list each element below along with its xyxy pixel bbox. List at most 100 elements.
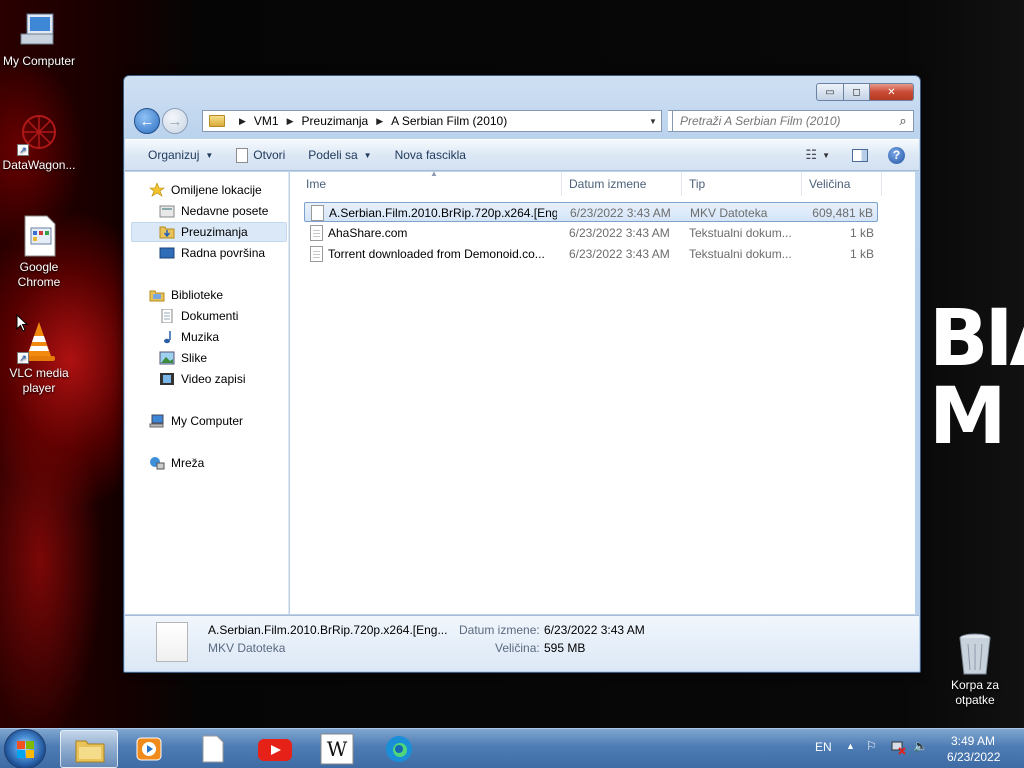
file-preview-icon xyxy=(156,622,188,662)
nav-item-network[interactable]: Mreža xyxy=(149,453,305,473)
preview-pane-icon[interactable] xyxy=(852,148,868,162)
file-row[interactable]: A.Serbian.Film.2010.BrRip.720p.x264.[Eng… xyxy=(304,202,878,222)
search-icon[interactable]: ⌕ xyxy=(893,113,913,129)
file-size: 1 kB xyxy=(849,247,874,261)
close-button[interactable]: ✕ xyxy=(870,83,914,101)
breadcrumb-current-folder[interactable]: A Serbian Film (2010) xyxy=(391,114,507,128)
file-date: 6/23/2022 3:43 AM xyxy=(569,226,670,240)
forward-button[interactable]: → xyxy=(162,108,188,134)
start-button[interactable] xyxy=(4,729,46,768)
column-header-type[interactable]: Tip xyxy=(682,172,802,196)
open-button[interactable]: Otvori xyxy=(236,147,286,163)
back-button[interactable]: ← xyxy=(134,108,160,134)
share-with-button[interactable]: Podeli sa ▼ xyxy=(308,148,371,162)
arrow-left-icon: ← xyxy=(139,112,155,130)
chrome-document-icon xyxy=(17,214,61,258)
network-tray-icon[interactable] xyxy=(890,739,906,758)
details-size-value: 595 MB xyxy=(544,641,586,655)
desktop-icon-datawagon[interactable]: ↗ DataWagon... xyxy=(0,112,78,173)
column-header-name[interactable]: Ime ▲ xyxy=(290,169,562,196)
mouse-cursor-icon xyxy=(16,314,28,332)
text-file-icon xyxy=(310,225,323,241)
minimize-button[interactable]: ▭ xyxy=(816,83,844,101)
desktop-icon xyxy=(159,246,175,260)
language-indicator[interactable]: EN xyxy=(815,740,832,754)
clock-date[interactable]: 6/23/2022 xyxy=(947,750,1000,764)
text-file-icon xyxy=(310,246,323,262)
change-view-icon[interactable]: ☷ xyxy=(805,147,817,163)
organize-button[interactable]: Organizuj ▼ xyxy=(148,148,213,162)
breadcrumb-preuzimanja[interactable]: Preuzimanja xyxy=(302,114,369,128)
downloads-folder-icon xyxy=(159,225,175,239)
volume-icon[interactable]: 🔈 xyxy=(913,739,928,753)
address-bar[interactable]: ▶ VM1 ▶ Preuzimanja ▶ A Serbian Film (20… xyxy=(202,110,662,132)
clock-time[interactable]: 3:49 AM xyxy=(951,734,995,748)
edge-browser-icon xyxy=(386,736,412,762)
taskbar: W EN ▲ ⚐ 🔈 3:49 AM 6/23/2022 xyxy=(0,728,1024,768)
help-icon[interactable]: ? xyxy=(888,146,905,164)
breadcrumb-separator-icon[interactable]: ▶ xyxy=(376,116,383,127)
shortcut-arrow-icon: ↗ xyxy=(17,144,29,156)
nav-item-libraries[interactable]: Biblioteke xyxy=(149,285,305,305)
taskbar-app-notepad[interactable] xyxy=(184,730,242,768)
file-row[interactable]: AhaShare.com 6/23/2022 3:43 AM Tekstualn… xyxy=(304,223,878,243)
nav-item-favorites[interactable]: Omiljene lokacije xyxy=(149,180,305,200)
blank-document-icon xyxy=(202,735,224,763)
wikipedia-icon: W xyxy=(320,733,354,765)
taskbar-app-wikipedia[interactable]: W xyxy=(308,730,366,768)
file-size: 609,481 kB xyxy=(812,206,873,220)
desktop-icon-my-computer[interactable]: My Computer xyxy=(0,8,78,69)
search-input[interactable] xyxy=(680,114,893,128)
window-controls: ▭ ◻ ✕ xyxy=(816,83,914,101)
nav-item-downloads[interactable]: Preuzimanja xyxy=(131,222,287,242)
folder-icon xyxy=(75,740,105,763)
network-icon xyxy=(149,456,165,470)
taskbar-app-file-explorer[interactable] xyxy=(60,730,118,768)
column-header-date[interactable]: Datum izmene xyxy=(562,172,682,196)
action-center-flag-icon[interactable]: ⚐ xyxy=(866,739,877,753)
youtube-icon xyxy=(258,739,292,761)
navigation-bar: ← → ▶ VM1 ▶ Preuzimanja ▶ A Serbian Film… xyxy=(132,106,914,136)
desktop-icon-recycle-bin[interactable]: Korpa za otpatke xyxy=(936,632,1014,708)
taskbar-app-media-player[interactable] xyxy=(120,730,178,768)
share-label: Podeli sa xyxy=(308,148,358,162)
explorer-window: ▭ ◻ ✕ ← → ▶ VM1 ▶ Preuzimanja ▶ A Serbia… xyxy=(123,75,921,673)
file-type: Tekstualni dokum... xyxy=(689,247,792,261)
arrow-right-icon: → xyxy=(167,112,183,130)
shortcut-arrow-icon: ↗ xyxy=(17,352,29,364)
breadcrumb-separator-icon[interactable]: ▶ xyxy=(239,116,246,127)
chevron-down-icon[interactable]: ▼ xyxy=(822,151,830,160)
details-pane: A.Serbian.Film.2010.BrRip.720p.x264.[Eng… xyxy=(125,615,919,671)
sort-ascending-icon: ▲ xyxy=(430,169,438,178)
libraries-icon xyxy=(149,288,165,302)
nav-item-computer[interactable]: My Computer xyxy=(149,411,305,431)
search-box[interactable]: ⌕ xyxy=(672,110,914,132)
taskbar-app-edge[interactable] xyxy=(370,730,428,768)
open-label: Otvori xyxy=(253,148,286,162)
mkv-file-icon xyxy=(311,205,324,221)
computer-icon xyxy=(149,414,165,428)
breadcrumb-vm1[interactable]: VM1 xyxy=(254,114,279,128)
datawagon-icon: ↗ xyxy=(17,112,61,156)
taskbar-app-youtube[interactable] xyxy=(246,730,304,768)
computer-icon xyxy=(17,8,61,52)
file-type: Tekstualni dokum... xyxy=(689,226,792,240)
details-file-type: MKV Datoteka xyxy=(208,641,286,655)
file-date: 6/23/2022 3:43 AM xyxy=(570,206,671,220)
wallpaper-text: BIA M xyxy=(929,300,1024,462)
file-row[interactable]: Torrent downloaded from Demonoid.co... 6… xyxy=(304,244,878,264)
column-header-size[interactable]: Veličina xyxy=(802,172,882,196)
address-dropdown-icon[interactable]: ▼ xyxy=(645,117,661,126)
details-date-value: 6/23/2022 3:43 AM xyxy=(544,623,645,637)
document-icon xyxy=(236,147,249,163)
desktop-icon-vlc[interactable]: ↗ VLC media player xyxy=(0,320,78,396)
show-hidden-icons-icon[interactable]: ▲ xyxy=(846,741,855,751)
maximize-button[interactable]: ◻ xyxy=(844,83,870,101)
recent-places-icon xyxy=(159,204,175,218)
details-date-label: Datum izmene: xyxy=(459,623,540,637)
file-type: MKV Datoteka xyxy=(690,206,768,220)
breadcrumb-separator-icon[interactable]: ▶ xyxy=(287,116,294,127)
music-note-icon xyxy=(159,330,175,344)
desktop-icon-google-chrome[interactable]: Google Chrome xyxy=(0,214,78,290)
new-folder-button[interactable]: Nova fascikla xyxy=(395,148,466,162)
